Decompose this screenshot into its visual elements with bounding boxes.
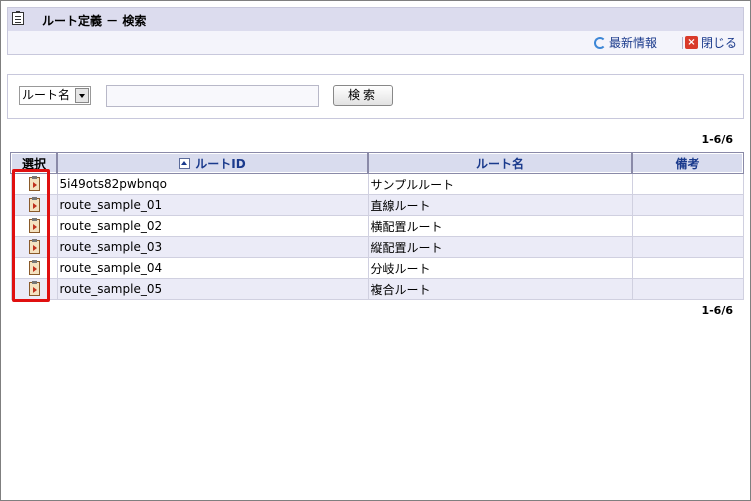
select-cell[interactable] [10, 257, 58, 279]
table-row: route_sample_03 縦配置ルート [10, 236, 744, 258]
note-cell [631, 194, 744, 216]
route-table: 選択 ルートID ルート名 備考 5i49ots82pwbnqo サンプルルート… [10, 152, 744, 300]
search-input[interactable] [106, 85, 319, 107]
table-row: route_sample_05 複合ルート [10, 278, 744, 300]
column-header-note[interactable]: 備考 [631, 152, 744, 174]
route-name-cell: 直線ルート [367, 194, 633, 216]
route-id-cell: 5i49ots82pwbnqo [56, 172, 369, 195]
pager-count-bottom: 1-6/6 [701, 304, 733, 317]
column-header-route-id[interactable]: ルートID [56, 152, 369, 174]
clipboard-icon [12, 11, 24, 25]
route-name-cell: 分岐ルート [367, 257, 633, 279]
route-id-cell: route_sample_02 [56, 215, 369, 237]
select-clipboard-icon[interactable] [28, 281, 40, 297]
search-button[interactable]: 検索 [333, 85, 393, 106]
select-clipboard-icon[interactable] [28, 260, 40, 276]
toolbar-divider [682, 37, 683, 49]
table-row: 5i49ots82pwbnqo サンプルルート [10, 172, 744, 195]
select-cell[interactable] [10, 172, 58, 195]
route-id-cell: route_sample_05 [56, 278, 369, 300]
latest-info-label: 最新情報 [609, 36, 658, 50]
route-name-cell: 横配置ルート [367, 215, 633, 237]
search-field-select[interactable]: ルート名 [19, 86, 91, 105]
select-cell[interactable] [10, 215, 58, 237]
note-cell [631, 278, 744, 300]
route-name-cell: サンプルルート [367, 172, 633, 195]
route-name-cell: 複合ルート [367, 278, 633, 300]
select-cell[interactable] [10, 236, 58, 258]
column-header-route-name[interactable]: ルート名 [367, 152, 633, 174]
toolbar: 最新情報 × 閉じる [7, 31, 744, 55]
table-row: route_sample_04 分岐ルート [10, 257, 744, 279]
select-clipboard-icon[interactable] [28, 197, 40, 213]
route-id-cell: route_sample_01 [56, 194, 369, 216]
close-icon: × [685, 36, 698, 49]
select-clipboard-icon[interactable] [28, 239, 40, 255]
latest-info-link[interactable]: 最新情報 [594, 34, 657, 51]
route-name-cell: 縦配置ルート [367, 236, 633, 258]
refresh-icon [594, 36, 606, 49]
select-clipboard-icon[interactable] [28, 218, 40, 234]
note-cell [631, 172, 744, 195]
search-field-value: ルート名 [22, 88, 71, 102]
table-row: route_sample_02 横配置ルート [10, 215, 744, 237]
column-header-select: 選択 [10, 152, 58, 174]
chevron-down-icon[interactable] [75, 88, 89, 103]
select-cell[interactable] [10, 194, 58, 216]
table-row: route_sample_01 直線ルート [10, 194, 744, 216]
note-cell [631, 236, 744, 258]
page-title: ルート定義 － 検索 [42, 14, 147, 28]
note-cell [631, 257, 744, 279]
close-link[interactable]: × 閉じる [685, 34, 737, 51]
route-id-cell: route_sample_04 [56, 257, 369, 279]
title-bar: ルート定義 － 検索 [7, 7, 744, 32]
search-panel: ルート名 検索 [7, 74, 744, 119]
select-clipboard-icon[interactable] [28, 176, 40, 192]
pager-count-top: 1-6/6 [701, 133, 733, 146]
sort-asc-icon[interactable] [179, 157, 191, 169]
route-id-cell: route_sample_03 [56, 236, 369, 258]
note-cell [631, 215, 744, 237]
select-cell[interactable] [10, 278, 58, 300]
close-label: 閉じる [701, 36, 738, 50]
